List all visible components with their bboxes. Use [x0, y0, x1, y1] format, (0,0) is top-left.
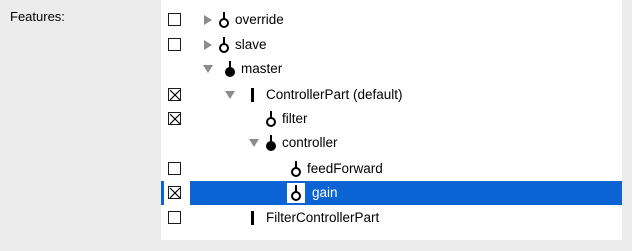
selection-highlight	[190, 181, 622, 205]
features-tree: override slave master ControllerPart (de…	[161, 0, 622, 240]
tree-row-label: master	[241, 61, 283, 76]
open-node-icon	[291, 185, 301, 201]
open-node-icon	[219, 12, 229, 28]
disclosure-collapsed-icon[interactable]	[203, 39, 213, 51]
features-label: Features:	[10, 9, 65, 24]
checkbox[interactable]	[168, 211, 181, 224]
filled-node-icon	[225, 61, 235, 77]
tree-row-label: FilterControllerPart	[266, 210, 380, 225]
tree-row-slave[interactable]: slave	[161, 33, 622, 57]
bar-icon	[251, 211, 254, 225]
open-node-icon	[291, 161, 301, 177]
tree-row-label: filter	[282, 111, 308, 126]
selection-edge	[161, 181, 164, 205]
tree-row-label: ControllerPart (default)	[266, 87, 403, 102]
checkbox-crossed[interactable]	[168, 186, 181, 199]
open-node-icon	[219, 37, 229, 53]
checkbox[interactable]	[168, 38, 181, 51]
tree-row-filter[interactable]: filter	[161, 107, 622, 131]
tree-row-label: slave	[235, 37, 267, 52]
tree-row-feedforward[interactable]: feedForward	[161, 157, 622, 181]
tree-row-label: controller	[282, 135, 338, 150]
tree-row-controller[interactable]: controller	[161, 131, 622, 155]
tree-row-label: feedForward	[307, 161, 383, 176]
filled-node-icon	[266, 135, 276, 151]
tree-row-filtercontrollerpart[interactable]: FilterControllerPart	[161, 206, 622, 230]
checkbox[interactable]	[168, 13, 181, 26]
checkbox-crossed[interactable]	[168, 112, 181, 125]
open-node-icon	[266, 111, 276, 127]
disclosure-expanded-icon[interactable]	[202, 63, 214, 75]
tree-row-master[interactable]: master	[161, 57, 622, 81]
checkbox-crossed[interactable]	[168, 88, 181, 101]
tree-row-label: override	[235, 12, 284, 27]
disclosure-collapsed-icon[interactable]	[203, 14, 213, 26]
disclosure-expanded-icon[interactable]	[248, 137, 260, 149]
bar-icon	[251, 88, 254, 102]
checkbox[interactable]	[168, 162, 181, 175]
tree-row-gain[interactable]: gain	[161, 181, 622, 205]
tree-row-label: gain	[312, 185, 338, 200]
tree-row-controllerpart[interactable]: ControllerPart (default)	[161, 83, 622, 107]
disclosure-expanded-icon[interactable]	[224, 89, 236, 101]
tree-row-override[interactable]: override	[161, 8, 622, 32]
